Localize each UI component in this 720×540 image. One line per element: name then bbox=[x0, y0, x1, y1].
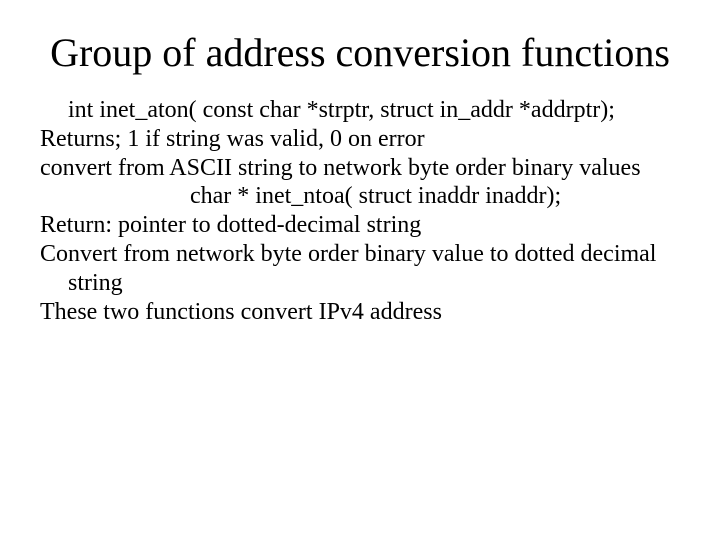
fn1-return: Returns; 1 if string was valid, 0 on err… bbox=[40, 125, 680, 154]
fn2-return: Return: pointer to dotted-decimal string bbox=[40, 211, 680, 240]
footer-note: These two functions convert IPv4 address bbox=[40, 298, 680, 327]
fn2-description: Convert from network byte order binary v… bbox=[40, 240, 680, 298]
fn2-signature: char * inet_ntoa( struct inaddr inaddr); bbox=[190, 182, 680, 211]
fn1-description: convert from ASCII string to network byt… bbox=[40, 154, 680, 183]
fn1-signature: int inet_aton( const char *strptr, struc… bbox=[68, 96, 680, 125]
slide: Group of address conversion functions in… bbox=[0, 0, 720, 540]
slide-body: int inet_aton( const char *strptr, struc… bbox=[40, 96, 680, 326]
slide-title: Group of address conversion functions bbox=[40, 30, 680, 76]
